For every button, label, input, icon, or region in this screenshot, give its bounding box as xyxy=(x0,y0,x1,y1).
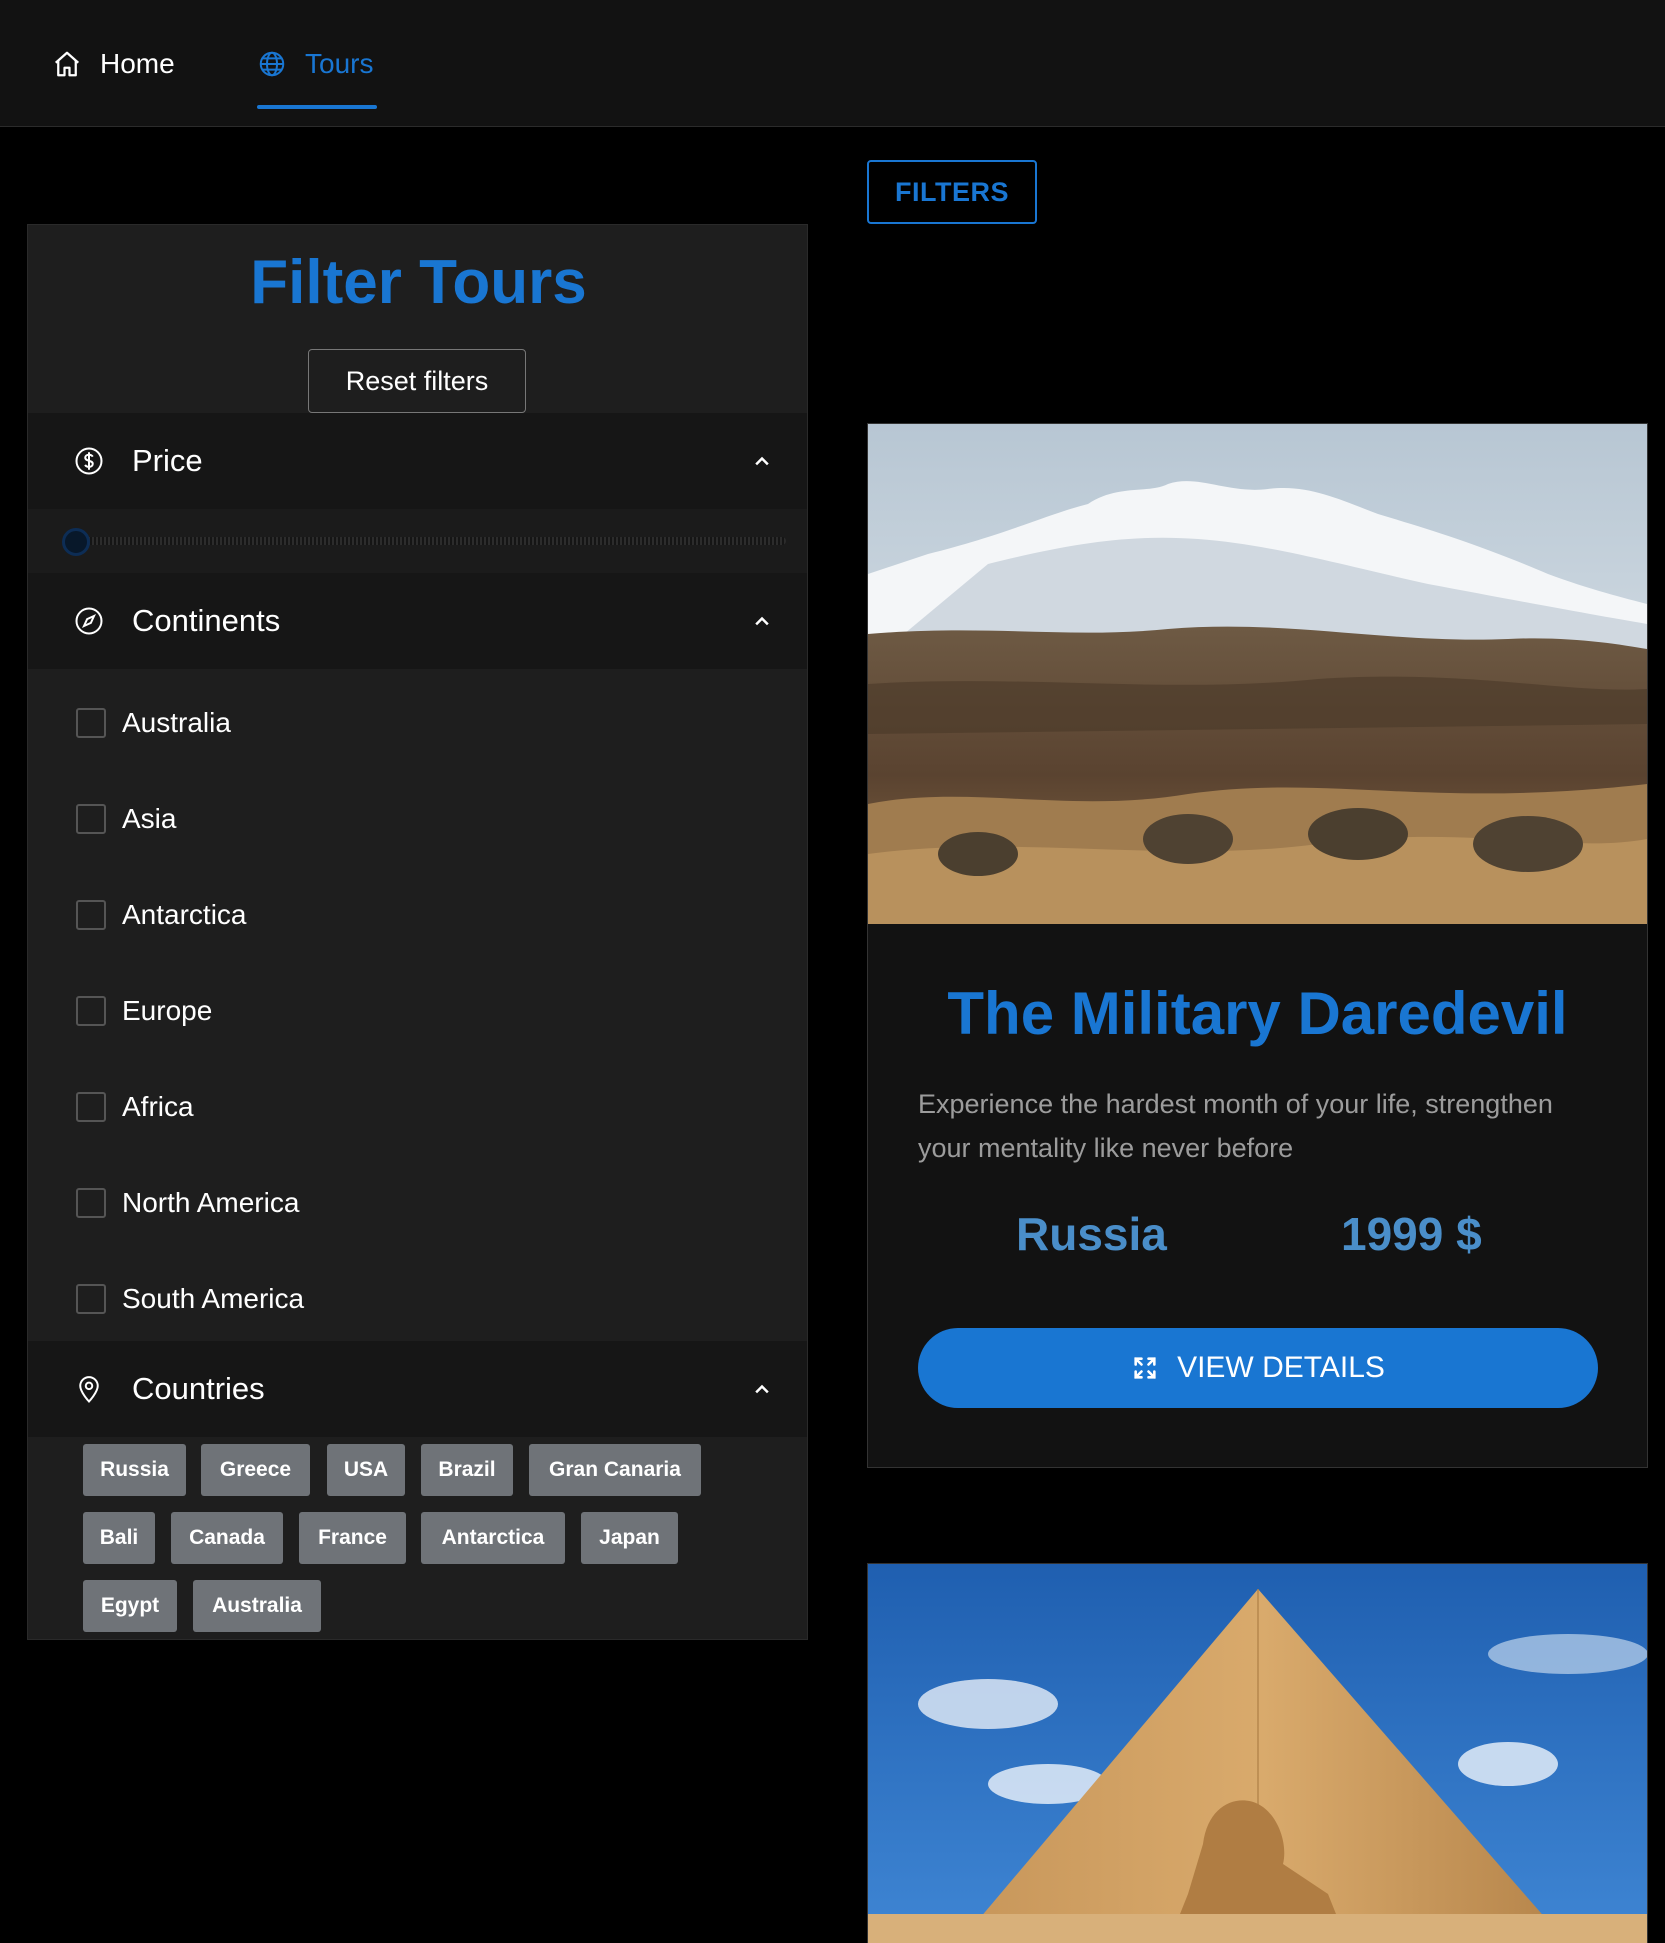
tour-price: 1999 $ xyxy=(1341,1208,1482,1260)
home-icon xyxy=(55,51,79,76)
checkbox[interactable] xyxy=(76,900,106,930)
checkbox[interactable] xyxy=(76,1284,106,1314)
continent-label: North America xyxy=(122,1187,300,1218)
tour-image-mountain xyxy=(868,424,1647,924)
country-chip[interactable]: Antarctica xyxy=(421,1512,565,1564)
tour-image-pyramid xyxy=(867,1563,1648,1943)
checkbox[interactable] xyxy=(76,708,106,738)
price-label: Price xyxy=(132,443,203,478)
price-accordion-header[interactable]: Price xyxy=(28,413,807,509)
continent-option[interactable]: Antarctica xyxy=(76,885,247,945)
price-slider-track[interactable] xyxy=(76,537,786,545)
continent-option[interactable]: North America xyxy=(76,1173,299,1233)
country-chip[interactable]: Canada xyxy=(171,1512,283,1564)
chevron-up-icon xyxy=(755,616,769,626)
country-chip[interactable]: USA xyxy=(327,1444,405,1496)
filter-panel: Filter Tours Reset filters Price Contine… xyxy=(27,224,808,1640)
continent-label: Antarctica xyxy=(122,899,247,930)
checkbox[interactable] xyxy=(76,1188,106,1218)
continent-label: Europe xyxy=(122,995,213,1026)
view-details-button[interactable]: VIEW DETAILS xyxy=(918,1328,1598,1408)
tour-title: The Military Daredevil xyxy=(947,980,1568,1047)
country-chip[interactable]: Russia xyxy=(83,1444,186,1496)
continents-accordion-header[interactable]: Continents xyxy=(28,573,807,669)
expand-icon xyxy=(1134,1357,1156,1379)
continent-option[interactable]: Australia xyxy=(76,693,231,753)
country-chip[interactable]: Japan xyxy=(581,1512,678,1564)
checkbox[interactable] xyxy=(76,996,106,1026)
filters-button[interactable]: FILTERS xyxy=(867,160,1037,224)
dollar-icon xyxy=(75,447,103,475)
continent-option[interactable]: Africa xyxy=(76,1077,194,1137)
continents-label: Continents xyxy=(132,603,281,638)
checkbox[interactable] xyxy=(76,1092,106,1122)
continent-label: Australia xyxy=(122,707,231,738)
continent-label: South America xyxy=(122,1283,305,1314)
checkbox[interactable] xyxy=(76,804,106,834)
continent-option[interactable]: Europe xyxy=(76,981,212,1041)
country-chip[interactable]: France xyxy=(299,1512,406,1564)
country-chip[interactable]: Australia xyxy=(193,1580,321,1632)
tour-country: Russia xyxy=(1016,1208,1167,1260)
chevron-up-icon xyxy=(755,456,769,466)
tour-card: The Military Daredevil Experience the ha… xyxy=(867,423,1648,1468)
continent-label: Asia xyxy=(122,803,177,834)
top-nav: Home Tours xyxy=(0,0,1665,127)
countries-label: Countries xyxy=(132,1371,265,1406)
country-chip[interactable]: Gran Canaria xyxy=(529,1444,701,1496)
location-pin-icon xyxy=(79,1376,99,1403)
continent-label: Africa xyxy=(122,1091,194,1122)
continent-option[interactable]: Asia xyxy=(76,789,176,849)
active-tab-indicator xyxy=(257,105,377,109)
country-chip[interactable]: Bali xyxy=(83,1512,155,1564)
nav-home-label: Home xyxy=(100,47,175,79)
tour-description: Experience the hardest month of your lif… xyxy=(918,1089,1553,1163)
compass-icon xyxy=(75,607,103,635)
nav-home[interactable]: Home xyxy=(52,0,175,127)
country-chip[interactable]: Egypt xyxy=(83,1580,177,1632)
countries-accordion-header[interactable]: Countries xyxy=(28,1341,807,1437)
chevron-up-icon xyxy=(755,1384,769,1394)
filter-panel-title: Filter Tours xyxy=(250,248,587,317)
nav-tours-label: Tours xyxy=(305,47,374,79)
view-details-label: VIEW DETAILS xyxy=(1177,1351,1385,1384)
continent-option[interactable]: South America xyxy=(76,1269,304,1329)
country-chip[interactable]: Brazil xyxy=(421,1444,513,1496)
price-slider-thumb[interactable] xyxy=(62,528,90,556)
globe-icon xyxy=(259,51,285,76)
country-chip[interactable]: Greece xyxy=(201,1444,310,1496)
reset-filters-button[interactable]: Reset filters xyxy=(308,349,526,413)
